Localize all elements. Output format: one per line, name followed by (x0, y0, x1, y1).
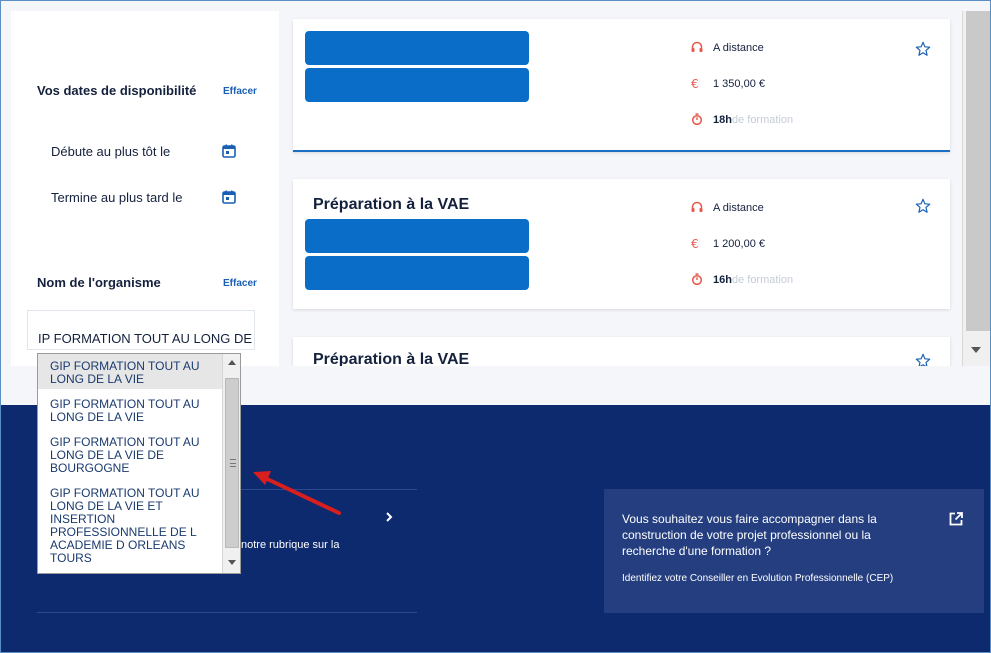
price-text: 1 350,00 € (713, 78, 765, 90)
duration-suffix: de formation (731, 114, 794, 126)
euro-icon: € (691, 77, 699, 89)
training-title[interactable]: Préparation à la VAE (313, 351, 469, 366)
stopwatch-icon (691, 273, 703, 285)
cep-promo-text: Vous souhaitez vous faire accompagner da… (622, 512, 877, 558)
delivery-mode-text: A distance (713, 202, 764, 214)
search-results-area: Vos dates de disponibilité Effacer Début… (1, 1, 990, 405)
duration: 16hde formation (691, 273, 793, 286)
grip-icon (230, 459, 236, 467)
cep-promo-link[interactable]: Identifiez votre Conseiller en Evolution… (622, 573, 893, 584)
price: €1 200,00 € (691, 237, 765, 250)
headset-icon (691, 41, 703, 52)
footer-divider (37, 612, 417, 613)
duration-hours: 16h (713, 274, 732, 286)
end-date-label: Termine au plus tard le (51, 190, 183, 205)
page-scrollbar-thumb[interactable] (966, 11, 990, 331)
delivery-mode-text: A distance (713, 42, 764, 54)
results-list: A distance €1 350,00 € 18hde formation P… (281, 11, 961, 366)
organisation-filter-title: Nom de l'organisme (37, 275, 161, 290)
redacted-button[interactable] (305, 219, 529, 253)
scroll-up-icon[interactable] (228, 360, 236, 365)
training-title[interactable]: Préparation à la VAE (313, 196, 469, 214)
page-scrollbar[interactable] (962, 11, 990, 366)
card-bottom-border (293, 150, 950, 152)
star-icon[interactable] (915, 353, 931, 366)
svg-text:€: € (691, 77, 699, 89)
calendar-icon[interactable] (222, 144, 236, 158)
price: €1 350,00 € (691, 77, 765, 90)
chevron-right-icon[interactable] (383, 511, 395, 523)
autocomplete-scrollbar-thumb[interactable] (225, 378, 239, 548)
scroll-down-icon[interactable] (228, 560, 236, 565)
autocomplete-option[interactable]: GIP FORMATION TOUT AU LONG DE LA VIE (38, 392, 224, 427)
redacted-button[interactable] (305, 68, 529, 102)
cep-promo-box[interactable]: Vous souhaitez vous faire accompagner da… (604, 489, 984, 613)
headset-icon (691, 201, 703, 212)
redacted-button[interactable] (305, 256, 529, 290)
autocomplete-option[interactable]: GIP FORMATION TOUT AU LONG DE LA VIE (38, 354, 224, 389)
duration: 18hde formation (691, 113, 793, 126)
redacted-button[interactable] (305, 31, 529, 65)
duration-suffix: de formation (731, 274, 794, 286)
browser-viewport: Vos dates de disponibilité Effacer Début… (0, 0, 991, 653)
start-date-label: Débute au plus tôt le (51, 144, 171, 159)
euro-icon: € (691, 237, 699, 249)
training-card[interactable]: Préparation à la VAE A distance €1 200,0… (293, 179, 950, 309)
svg-text:€: € (691, 237, 699, 249)
price-text: 1 200,00 € (713, 238, 765, 250)
dates-clear-link[interactable]: Effacer (223, 86, 257, 97)
delivery-mode: A distance (691, 201, 764, 214)
training-card[interactable]: Préparation à la VAE (293, 337, 950, 366)
footer-link-text[interactable]: notre rubrique sur la (241, 539, 339, 551)
duration-hours: 18h (713, 114, 732, 126)
autocomplete-scrollbar[interactable] (222, 354, 240, 573)
autocomplete-option[interactable]: GIP FORMATION TOUT AU LONG DE LA VIE ET … (38, 481, 224, 568)
scroll-down-icon[interactable] (971, 347, 981, 353)
annotation-arrow-icon (253, 471, 341, 515)
star-icon[interactable] (915, 198, 931, 214)
organisation-search-input[interactable] (27, 310, 255, 350)
training-card[interactable]: A distance €1 350,00 € 18hde formation (293, 19, 950, 152)
stopwatch-icon (691, 113, 703, 125)
organisation-clear-link[interactable]: Effacer (223, 278, 257, 289)
dates-filter-title: Vos dates de disponibilité (37, 83, 197, 98)
calendar-icon[interactable] (222, 190, 236, 204)
delivery-mode: A distance (691, 41, 764, 54)
organisation-autocomplete-list[interactable]: GIP FORMATION TOUT AU LONG DE LA VIE GIP… (37, 353, 241, 574)
external-link-icon[interactable] (948, 511, 964, 527)
autocomplete-option[interactable]: GIP FORMATION TOUT AU LONG DE LA VIE DE … (38, 430, 224, 478)
star-icon[interactable] (915, 41, 931, 57)
